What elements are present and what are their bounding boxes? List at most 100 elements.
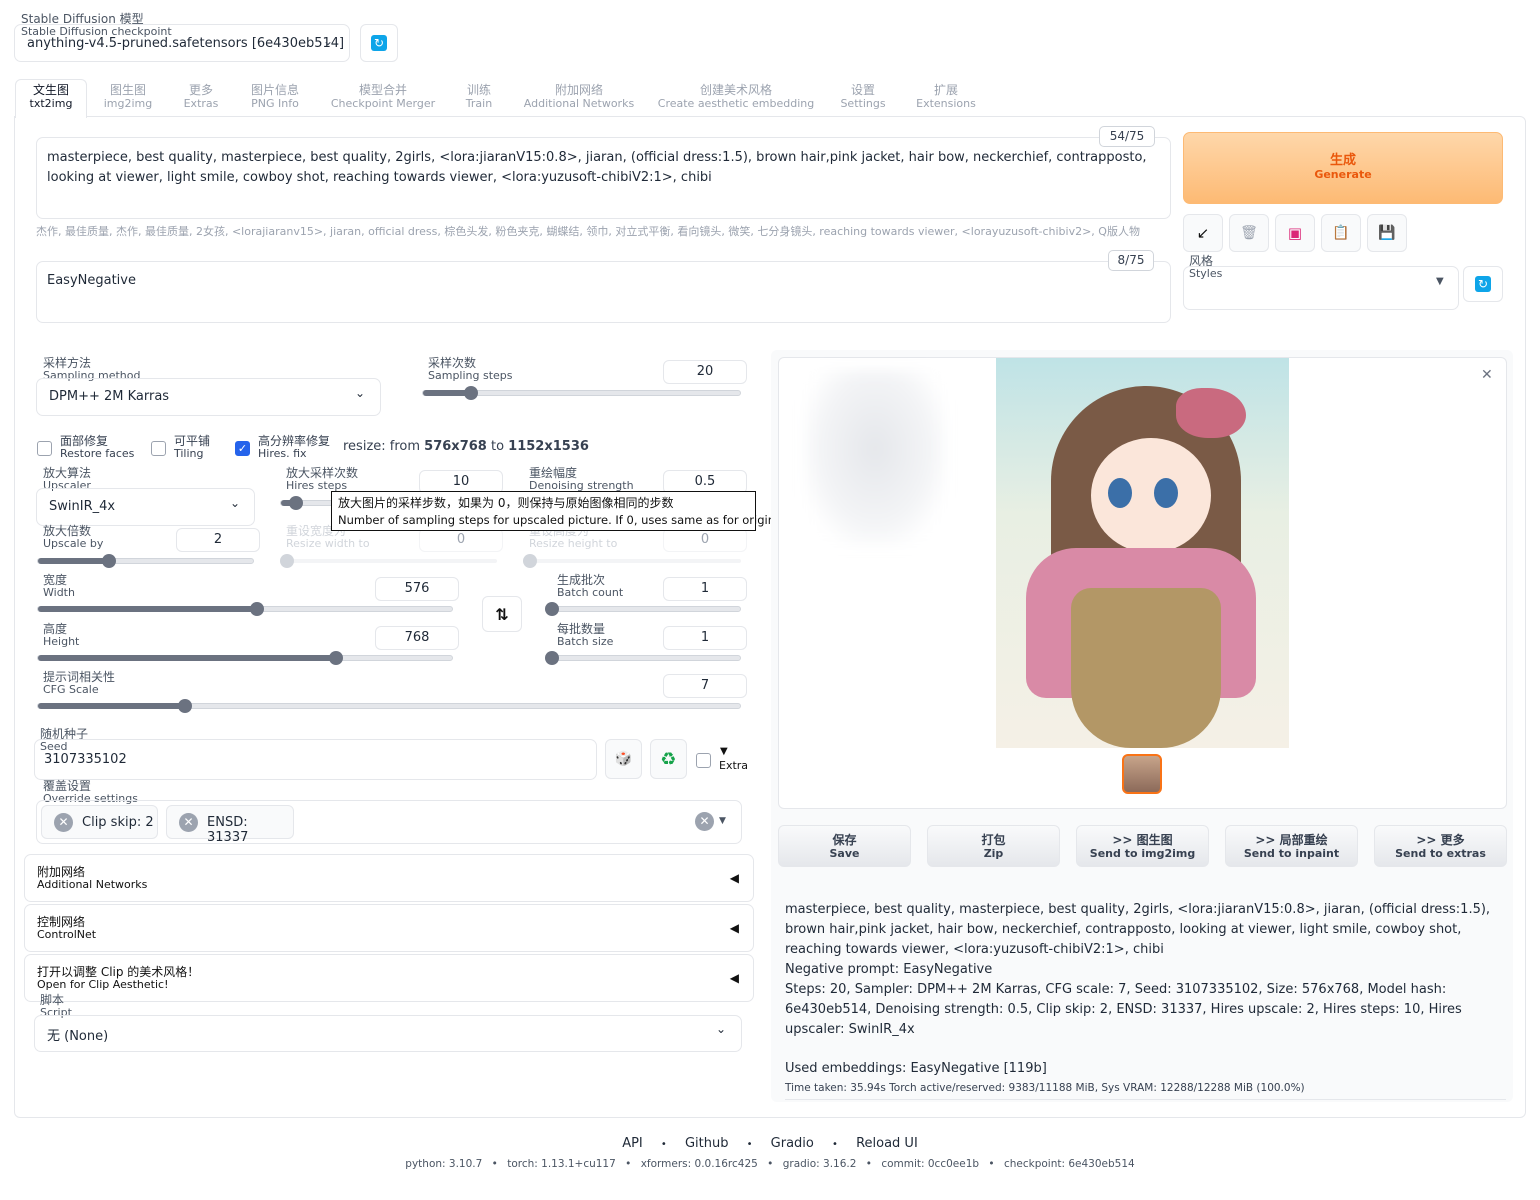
extra-seed-checkbox[interactable] (696, 753, 711, 768)
resize-width-input[interactable]: 0 (419, 528, 503, 552)
send-to-extras-button[interactable]: >> 更多 Send to extras (1374, 825, 1507, 867)
refresh-icon: ↻ (1475, 276, 1491, 292)
cfg-slider[interactable] (37, 699, 741, 713)
separator: • (988, 1158, 995, 1170)
slider-thumb[interactable] (545, 651, 559, 665)
accordion-clip-aesthetic[interactable]: 打开以调整 Clip 的美术风格！ Open for Clip Aestheti… (24, 954, 754, 1002)
width-slider[interactable] (37, 602, 453, 616)
save-style-button[interactable]: 💾 (1367, 214, 1407, 252)
used-embeddings: Used embeddings: EasyNegative [119b] (785, 1061, 1047, 1076)
gallery-thumbnail[interactable] (1122, 754, 1162, 794)
styles-dropdown[interactable] (1183, 266, 1459, 310)
send-to-img2img-button[interactable]: >> 图生图 Send to img2img (1076, 825, 1209, 867)
hires-steps-tooltip: 放大图片的采样步数，如果为 0，则保持与原始图像相同的步数 Number of … (331, 491, 789, 531)
separator: • (767, 1158, 774, 1170)
script-dropdown[interactable] (34, 1015, 742, 1052)
zip-button[interactable]: 打包 Zip (927, 825, 1060, 867)
override-tag-clip-skip[interactable]: ✕ Clip skip: 2 (41, 805, 158, 839)
slider-thumb[interactable] (545, 602, 559, 616)
accordion-controlnet[interactable]: 控制网络 ControlNet ◀ (24, 904, 754, 952)
negative-prompt-textarea[interactable] (36, 261, 1171, 323)
tab-train[interactable]: 训练 Train (455, 84, 503, 111)
override-tag-ensd[interactable]: ✕ ENSD: 31337 (166, 805, 294, 845)
seed-value: 3107335102 (44, 752, 127, 767)
close-icon[interactable]: ✕ (1481, 367, 1493, 383)
reuse-seed-button[interactable]: ♻ (650, 739, 687, 779)
batch-count-input[interactable]: 1 (663, 577, 747, 601)
resize-width-slider[interactable] (280, 554, 497, 568)
tooltip-en: Number of sampling steps for upscaled pi… (338, 513, 789, 527)
save-button[interactable]: 保存 Save (778, 825, 911, 867)
slider-thumb[interactable] (280, 554, 294, 568)
extra-networks-button[interactable]: ▣ (1275, 214, 1315, 252)
sampling-steps-slider[interactable] (422, 386, 741, 400)
apply-style-button[interactable]: 📋 (1321, 214, 1361, 252)
batch-count-slider[interactable] (545, 602, 741, 616)
hires-fix-checkbox[interactable]: ✓ (235, 441, 250, 456)
slider-thumb[interactable] (289, 496, 304, 510)
slider-thumb[interactable] (101, 554, 116, 568)
eye-right (1154, 478, 1178, 508)
remove-tag-icon[interactable]: ✕ (179, 813, 198, 832)
resize-height-slider[interactable] (523, 554, 741, 568)
clear-prompt-button[interactable]: 🗑 (1229, 214, 1269, 252)
reload-ui-link[interactable]: Reload UI (856, 1136, 918, 1151)
upscale-by-slider[interactable] (37, 554, 254, 568)
tab-additional-networks[interactable]: 附加网络 Additional Networks (518, 84, 640, 111)
restore-faces-checkbox[interactable] (37, 441, 52, 456)
batch-size-input[interactable]: 1 (663, 626, 747, 650)
dropdown-arrow-icon: ▼ (1436, 276, 1444, 287)
tiling-checkbox[interactable] (151, 441, 166, 456)
height-input[interactable]: 768 (375, 626, 459, 650)
cfg-input[interactable]: 7 (663, 674, 747, 698)
upscaler-value: SwinIR_4x (49, 499, 116, 514)
clipboard-icon: 📋 (1332, 225, 1350, 241)
dropdown-arrow-icon[interactable]: ▼ (719, 816, 726, 826)
width-input[interactable]: 576 (375, 577, 459, 601)
slider-thumb[interactable] (523, 554, 537, 568)
send-to-inpaint-button[interactable]: >> 局部重绘 Send to inpaint (1225, 825, 1358, 867)
resize-height-input[interactable]: 0 (663, 528, 747, 552)
version-gradio: gradio: 3.16.2 (782, 1158, 857, 1170)
negative-token-counter: 8/75 (1108, 250, 1154, 271)
github-link[interactable]: Github (685, 1136, 729, 1151)
swap-dimensions-button[interactable]: ⇅ (482, 596, 522, 632)
tab-png-info[interactable]: 图片信息 PNG Info (240, 84, 310, 111)
tab-extras[interactable]: 更多 Extras (175, 84, 227, 111)
tab-img2img[interactable]: 图生图 img2img (98, 84, 158, 111)
tab-settings[interactable]: 设置 Settings (832, 84, 894, 111)
tab-create-aesthetic-embedding[interactable]: 创建美术风格 Create aesthetic embedding (655, 84, 817, 111)
info-negative: Negative prompt: EasyNegative (785, 962, 993, 977)
swap-arrows-icon: ⇅ (495, 604, 509, 624)
sampling-steps-input[interactable]: 20 (663, 360, 747, 384)
triangle-down-icon: ▼ (720, 746, 728, 757)
read-params-button[interactable]: ↙ (1183, 214, 1223, 252)
separator: • (832, 1139, 838, 1150)
slider-thumb[interactable] (329, 651, 344, 665)
slider-thumb[interactable] (463, 386, 478, 400)
version-xformers: xformers: 0.0.16rc425 (640, 1158, 758, 1170)
remove-tag-icon[interactable]: ✕ (54, 813, 73, 832)
cfg-label-en: CFG Scale (43, 683, 99, 696)
time-taken: Time taken: 35.94s Torch active/reserved… (785, 1082, 1305, 1094)
batch-size-slider[interactable] (545, 651, 741, 665)
checkpoint-value: anything-v4.5-pruned.safetensors [6e430e… (27, 36, 345, 51)
prompt-translation: 杰作, 最佳质量, 杰作, 最佳质量, 2女孩, <lorajiaranv15>… (36, 225, 1140, 238)
generated-image[interactable] (996, 358, 1289, 748)
accordion-additional-networks[interactable]: 附加网络 Additional Networks ◀ (24, 854, 754, 902)
separator: • (660, 1139, 667, 1150)
api-link[interactable]: API (622, 1136, 643, 1151)
random-seed-button[interactable]: 🎲 (605, 739, 642, 779)
tab-checkpoint-merger[interactable]: 模型合并 Checkpoint Merger (326, 84, 440, 111)
refresh-styles-button[interactable]: ↻ (1463, 266, 1503, 302)
generate-button[interactable]: 生成 Generate (1183, 132, 1503, 204)
refresh-checkpoint-button[interactable]: ↻ (360, 24, 398, 62)
tab-extensions[interactable]: 扩展 Extensions (908, 84, 984, 111)
clear-all-icon[interactable]: ✕ (695, 812, 714, 831)
arrow-down-left-icon: ↙ (1196, 224, 1210, 242)
gradio-link[interactable]: Gradio (771, 1136, 814, 1151)
bow-shape (1176, 388, 1246, 438)
prompt-token-counter: 54/75 (1099, 126, 1155, 147)
height-slider[interactable] (37, 651, 453, 665)
upscale-by-input[interactable]: 2 (176, 528, 260, 552)
